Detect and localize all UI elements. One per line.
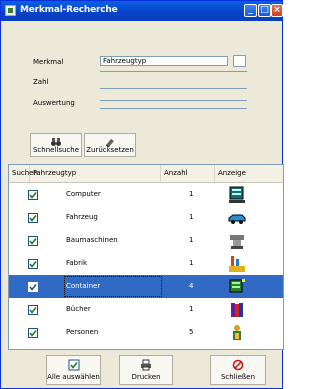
row-checkbox[interactable] [28, 236, 38, 246]
row-name: Personen [66, 328, 99, 336]
row-count: 1 [189, 259, 194, 267]
books-icon [227, 300, 247, 320]
machine-icon [227, 231, 247, 251]
merkmal-recherche-window: Merkmal-Recherche _ □ × Merkmal Zahl Aus… [0, 0, 284, 389]
merkmal-label: Merkmal [33, 58, 64, 66]
print-label: Drucken [131, 373, 161, 381]
title-bar[interactable]: Merkmal-Recherche _ □ × [1, 1, 283, 21]
merkmal-input[interactable] [100, 56, 228, 66]
close-label: Schließen [220, 373, 256, 381]
table-row[interactable]: Fahrzeug 1 [9, 206, 283, 229]
row-name: Fabrik [66, 259, 87, 267]
table-row[interactable]: Fabrik 1 [9, 252, 283, 275]
row-checkbox[interactable] [28, 282, 38, 292]
computer-icon [227, 185, 247, 205]
print-button[interactable]: Drucken [119, 355, 173, 385]
row-count: 1 [189, 236, 194, 244]
row-checkbox[interactable] [28, 328, 38, 338]
person-icon [227, 323, 247, 343]
row-checkbox[interactable] [28, 305, 38, 315]
col-header-suchen[interactable]: Suchen [9, 165, 38, 182]
results-grid: Suchen Fahrzeugtyp Anzahl Anzeige Comput… [8, 164, 284, 350]
auswertung-label: Auswertung [33, 99, 75, 107]
row-count: 1 [189, 213, 194, 221]
zahl-label: Zahl [33, 78, 49, 86]
table-row[interactable]: Computer 1 [9, 183, 283, 206]
select-all-label: Alle auswählen [47, 373, 100, 381]
search-button[interactable]: Schnellsuche [30, 133, 82, 157]
table-row[interactable]: Bücher 1 [9, 298, 283, 321]
search-button-label: Schnellsuche [32, 146, 80, 154]
row-checkbox[interactable] [28, 190, 38, 200]
col-header-anzeige[interactable]: Anzeige [215, 165, 283, 182]
row-name: Fahrzeug [66, 213, 98, 221]
auswertung-field-bottom [100, 108, 247, 109]
table-row[interactable]: Personen 5 [9, 321, 283, 344]
factory-icon [227, 254, 247, 274]
row-name: Baumaschinen [66, 236, 118, 244]
close-window-button[interactable]: × [271, 4, 283, 17]
table-row[interactable]: Baumaschinen 1 [9, 229, 283, 252]
row-name: Bücher [66, 305, 91, 313]
row-count: 1 [189, 190, 194, 198]
window-title: Merkmal-Recherche [20, 5, 118, 15]
cancel-icon [232, 359, 244, 371]
merkmal-underline [100, 71, 247, 72]
minimize-button[interactable]: _ [244, 4, 257, 17]
row-checkbox[interactable] [28, 259, 38, 269]
col-header-anzahl[interactable]: Anzahl [161, 165, 215, 182]
printer-icon [141, 359, 151, 371]
row-count: 5 [189, 328, 194, 336]
reset-button-label: Zurücksetzen [86, 146, 134, 154]
table-row[interactable]: Container 4 [9, 275, 283, 298]
app-icon [5, 5, 16, 16]
checkbox-icon [68, 359, 79, 371]
maximize-button[interactable]: □ [258, 4, 271, 17]
row-count: 1 [189, 305, 194, 313]
auswertung-field[interactable] [100, 100, 247, 101]
row-checkbox[interactable] [28, 213, 38, 223]
focus-rectangle [64, 276, 162, 297]
close-button[interactable]: Schließen [210, 355, 266, 385]
vehicle-icon [227, 208, 247, 228]
grid-header: Suchen Fahrzeugtyp Anzahl Anzeige [9, 165, 283, 183]
reset-button[interactable]: Zurücksetzen [84, 133, 136, 157]
row-count: 4 [189, 282, 194, 290]
select-all-button[interactable]: Alle auswählen [46, 355, 101, 385]
row-name: Computer [66, 190, 101, 198]
zahl-field[interactable] [100, 88, 247, 89]
merkmal-lookup-button[interactable] [233, 55, 246, 67]
col-header-fahrzeugtyp[interactable]: Fahrzeugtyp [30, 165, 161, 182]
container-icon [227, 277, 247, 297]
